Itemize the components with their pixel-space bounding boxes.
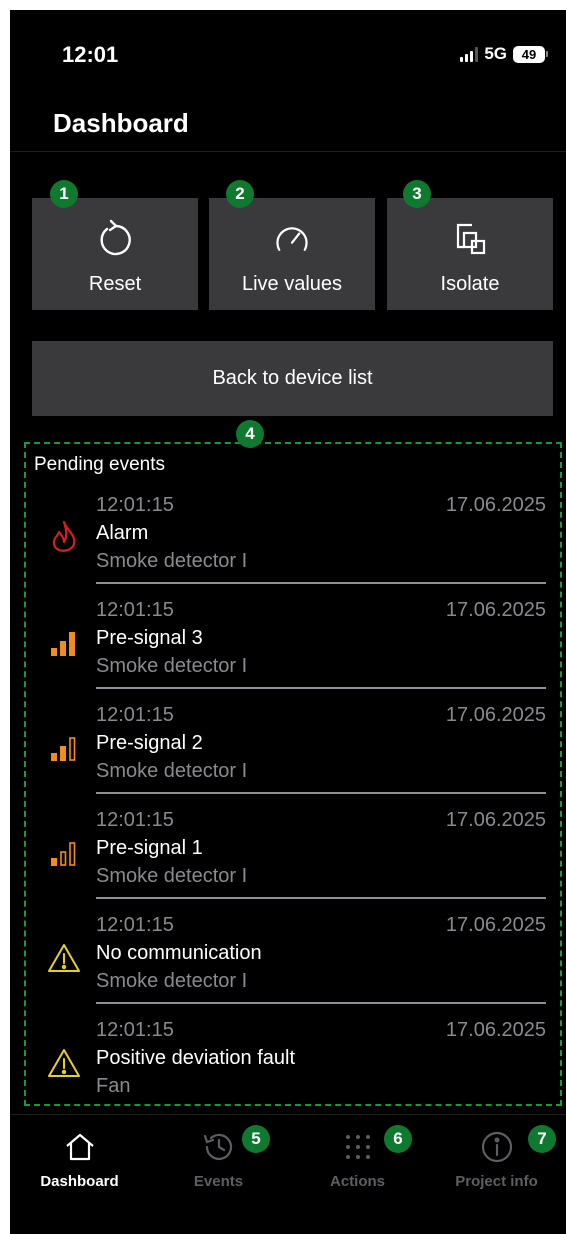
reset-icon [95, 219, 135, 259]
home-icon [62, 1129, 98, 1165]
reset-label: Reset [88, 273, 142, 295]
event-time: 12:01:15 [96, 704, 174, 726]
page-title: Dashboard [53, 108, 189, 138]
event-row[interactable]: 12:01:15 17.06.2025 Pre-signal 3 Smoke d… [26, 599, 560, 703]
info-icon [479, 1129, 515, 1165]
annotation-badge-3: 3 [403, 180, 431, 208]
event-name: Alarm [96, 522, 149, 544]
event-row[interactable]: 12:01:15 17.06.2025 Positive deviation f… [26, 1019, 560, 1103]
event-source: Smoke detector I [96, 970, 248, 992]
annotation-badge-2: 2 [226, 180, 254, 208]
annotation-badge-1: 1 [50, 180, 78, 208]
annotation-badge-6: 6 [384, 1125, 412, 1153]
event-time: 12:01:15 [96, 914, 174, 936]
event-source: Smoke detector I [96, 865, 248, 887]
event-divider [96, 582, 546, 584]
event-source: Fan [96, 1075, 131, 1097]
bottom-tab-bar: Dashboard Events 5 Actions 6 Project inf… [10, 1114, 566, 1234]
pending-events-panel: Pending events 12:01:15 17.06.2025 Alarm… [24, 442, 562, 1106]
isolate-button[interactable]: Isolate [387, 198, 553, 310]
status-time: 12:01 [62, 42, 119, 67]
event-time: 12:01:15 [96, 809, 174, 831]
live-values-label: Live values [241, 273, 343, 295]
event-date: 17.06.2025 [445, 494, 546, 516]
isolate-label: Isolate [440, 273, 500, 295]
event-name: Pre-signal 1 [96, 837, 203, 859]
status-bar: 12:01 5G 49 [10, 10, 566, 98]
event-source: Smoke detector I [96, 655, 248, 677]
tab-dashboard[interactable]: Dashboard [10, 1129, 149, 1190]
signal-3-icon [44, 623, 84, 663]
event-row[interactable]: 12:01:15 17.06.2025 Pre-signal 1 Smoke d… [26, 809, 560, 913]
cellular-signal-icon [460, 46, 479, 62]
battery-level: 49 [513, 45, 545, 63]
back-to-device-list-button[interactable]: Back to device list [32, 341, 553, 416]
warning-icon [44, 1043, 84, 1083]
event-name: No communication [96, 942, 262, 964]
annotation-badge-7: 7 [528, 1125, 556, 1153]
grid-dots-icon [340, 1129, 376, 1165]
warning-icon [44, 938, 84, 978]
signal-2-icon [44, 728, 84, 768]
tab-project-info-label: Project info [455, 1173, 538, 1190]
event-time: 12:01:15 [96, 494, 174, 516]
tab-dashboard-label: Dashboard [40, 1173, 119, 1190]
event-source: Smoke detector I [96, 760, 248, 782]
reset-button[interactable]: Reset [32, 198, 198, 310]
event-row[interactable]: 12:01:15 17.06.2025 Alarm Smoke detector… [26, 494, 560, 598]
event-row[interactable]: 12:01:15 17.06.2025 Pre-signal 2 Smoke d… [26, 704, 560, 808]
header: Dashboard [10, 98, 566, 152]
event-date: 17.06.2025 [445, 704, 546, 726]
signal-1-icon [44, 833, 84, 873]
event-date: 17.06.2025 [445, 599, 546, 621]
phone-screen: 12:01 5G 49 Dashboard 1 Reset 2 Live val… [10, 10, 566, 1234]
network-type: 5G [484, 44, 507, 63]
annotation-badge-4: 4 [236, 420, 264, 448]
status-indicators: 5G 49 [460, 44, 548, 64]
event-date: 17.06.2025 [445, 914, 546, 936]
event-date: 17.06.2025 [445, 1019, 546, 1041]
history-icon [201, 1129, 237, 1165]
event-date: 17.06.2025 [445, 809, 546, 831]
tab-events-label: Events [193, 1173, 244, 1190]
isolate-icon [450, 219, 490, 259]
gauge-icon [272, 219, 312, 259]
battery-icon: 49 [513, 45, 548, 63]
tab-actions-label: Actions [329, 1173, 385, 1190]
event-time: 12:01:15 [96, 599, 174, 621]
event-divider [96, 1002, 546, 1004]
event-divider [96, 687, 546, 689]
event-row[interactable]: 12:01:15 17.06.2025 No communication Smo… [26, 914, 560, 1018]
event-name: Pre-signal 3 [96, 627, 203, 649]
event-divider [96, 792, 546, 794]
event-time: 12:01:15 [96, 1019, 174, 1041]
event-divider [96, 897, 546, 899]
event-name: Positive deviation fault [96, 1047, 296, 1069]
pending-events-title: Pending events [34, 454, 165, 475]
fire-icon [44, 518, 84, 558]
annotation-badge-5: 5 [242, 1125, 270, 1153]
event-source: Smoke detector I [96, 550, 248, 572]
event-name: Pre-signal 2 [96, 732, 203, 754]
live-values-button[interactable]: Live values [209, 198, 375, 310]
